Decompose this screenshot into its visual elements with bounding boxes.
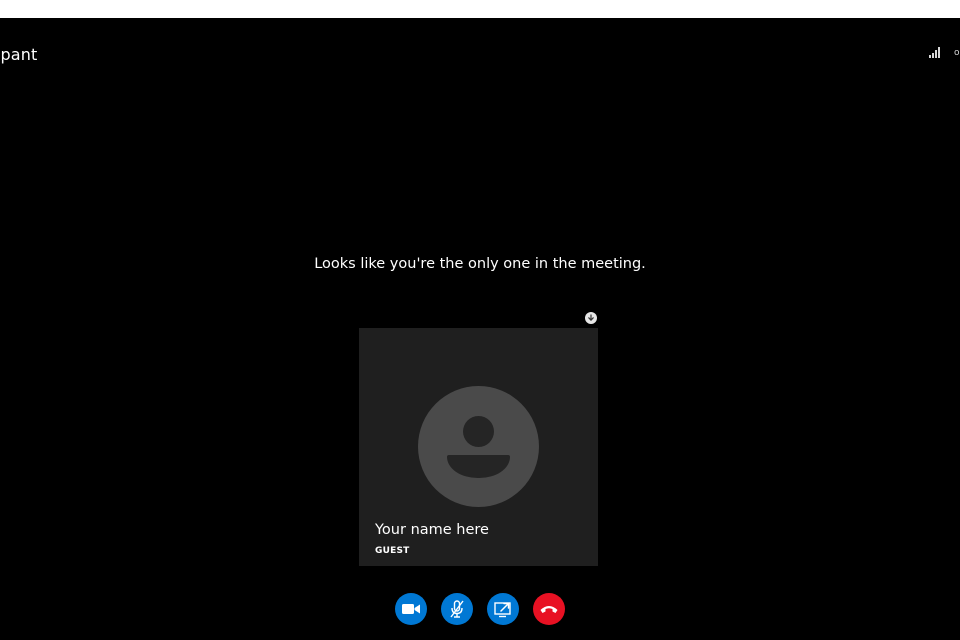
status-indicator-text: o bbox=[954, 48, 960, 58]
mute-microphone-button[interactable] bbox=[441, 593, 473, 625]
share-screen-button[interactable] bbox=[487, 593, 519, 625]
avatar-body bbox=[447, 455, 510, 478]
call-controls-bar bbox=[395, 593, 567, 625]
top-white-strip bbox=[0, 0, 960, 18]
video-camera-icon bbox=[402, 604, 420, 614]
signal-strength-icon bbox=[929, 47, 941, 58]
window-title: ipant bbox=[0, 45, 38, 64]
video-button[interactable] bbox=[395, 593, 427, 625]
participant-tile[interactable]: Your name here GUEST bbox=[359, 328, 598, 566]
participant-role-badge: GUEST bbox=[375, 546, 410, 556]
empty-meeting-message: Looks like you're the only one in the me… bbox=[314, 256, 646, 272]
meeting-stage: ipant o Looks like you're the only one i… bbox=[0, 18, 960, 640]
participant-name: Your name here bbox=[375, 522, 489, 538]
phone-hangup-icon bbox=[540, 606, 558, 613]
microphone-muted-icon bbox=[450, 600, 464, 618]
default-avatar-icon bbox=[418, 386, 539, 507]
hang-up-button[interactable] bbox=[533, 593, 565, 625]
screen-share-icon bbox=[494, 602, 511, 618]
arrow-down-icon[interactable] bbox=[585, 312, 597, 324]
avatar-head bbox=[463, 416, 494, 447]
